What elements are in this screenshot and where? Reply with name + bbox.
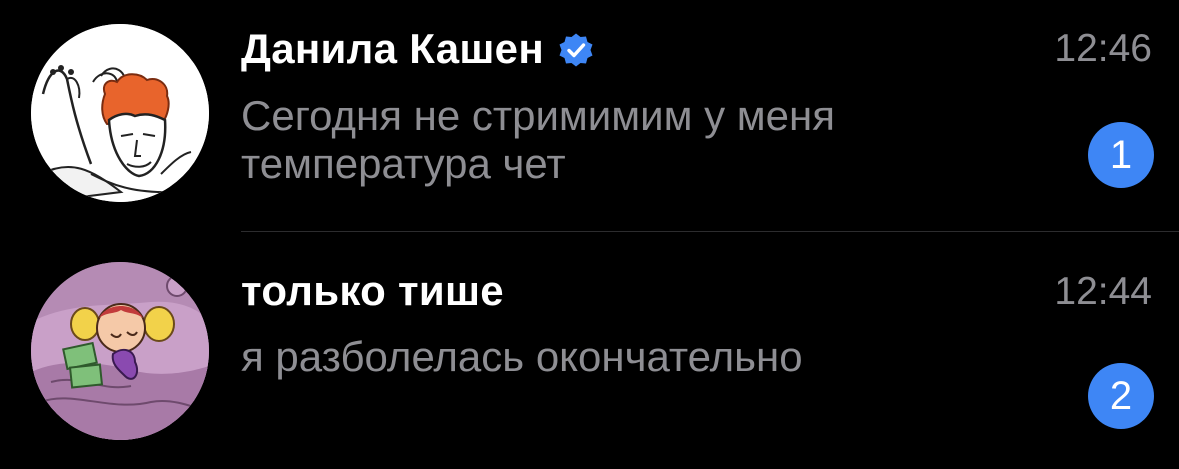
chat-time: 12:46 — [1054, 27, 1152, 70]
chat-name: Данила Кашен — [241, 25, 596, 73]
chat-time: 12:44 — [1054, 270, 1152, 313]
chat-row-danila[interactable]: Данила Кашен 12:46 Сегодня не стримимим … — [0, 0, 1179, 232]
avatar-sketch-image — [31, 24, 209, 202]
chat-row-tolko-tishe[interactable]: только тише 12:44 я разболелась окончате… — [0, 232, 1179, 469]
chat-name-text: Данила Кашен — [241, 25, 545, 72]
avatar[interactable] — [31, 262, 209, 440]
unread-count-badge: 1 — [1088, 122, 1154, 188]
verified-badge-icon — [556, 30, 596, 70]
chat-name-text: только тише — [241, 267, 504, 314]
chat-name: только тише — [241, 267, 504, 315]
unread-count-badge: 2 — [1088, 363, 1154, 429]
chat-preview: Сегодня не стримимим у меня температура … — [241, 92, 835, 187]
chat-preview: я разболелась окончательно — [241, 333, 803, 380]
avatar-bed-cartoon-image — [31, 262, 209, 440]
avatar[interactable] — [31, 24, 209, 202]
chat-list: Данила Кашен 12:46 Сегодня не стримимим … — [0, 0, 1179, 469]
